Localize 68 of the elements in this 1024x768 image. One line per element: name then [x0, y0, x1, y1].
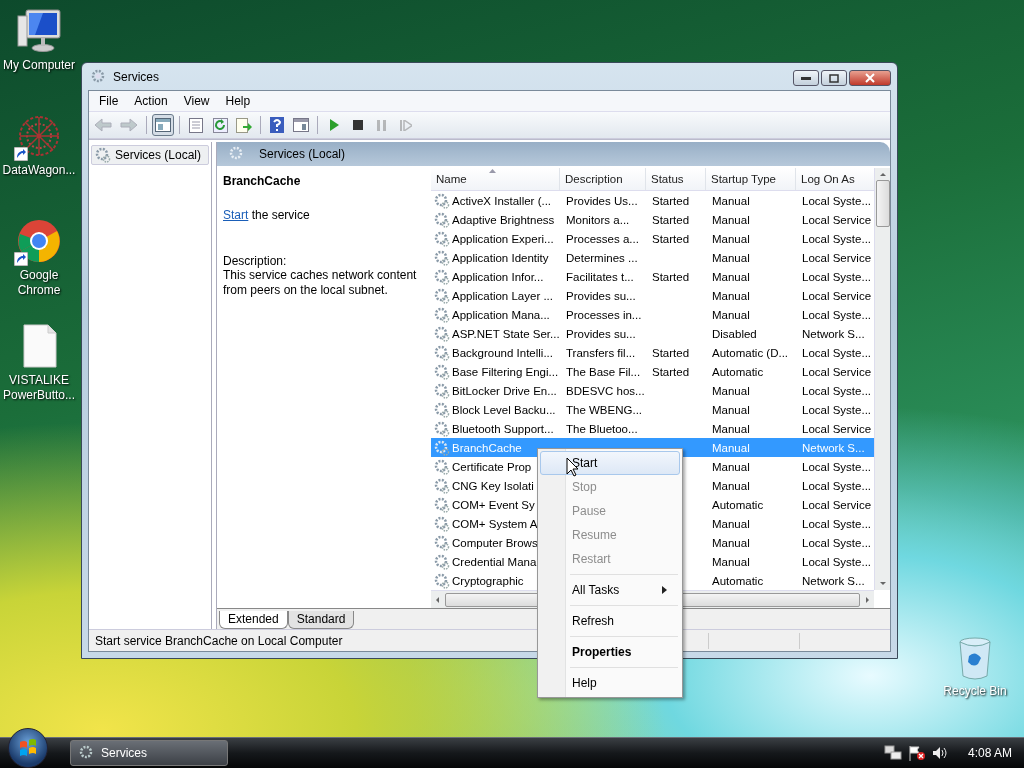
table-cell: Automatic (D... [712, 346, 789, 359]
table-cell: Network S... [802, 327, 865, 340]
window-title: Services [113, 69, 160, 84]
table-cell: Transfers fil... [566, 346, 636, 359]
table-cell: Local Syste... [802, 479, 872, 492]
table-cell: Provides Us... [566, 194, 638, 207]
table-cell: The Base Fil... [566, 365, 641, 378]
table-cell: Manual [712, 289, 750, 302]
table-cell: Manual [712, 194, 750, 207]
service-title: BranchCache [223, 174, 302, 188]
table-cell: Local Service [802, 498, 872, 511]
table-cell: BDESVC hos... [566, 384, 645, 397]
table-cell: Manual [712, 441, 750, 454]
table-cell: Local Service [802, 289, 872, 302]
table-cell: Local Syste... [802, 270, 872, 283]
table-cell: Manual [712, 251, 750, 264]
table-cell: Local Syste... [802, 384, 872, 397]
table-cell: Manual [712, 403, 750, 416]
table-cell: Manual [712, 213, 750, 226]
table-cell: The Bluetoo... [566, 422, 638, 435]
table-cell: Provides su... [566, 327, 636, 340]
table-cell: Local Service [802, 213, 872, 226]
table-cell: Manual [712, 232, 750, 245]
table-cell: Manual [712, 555, 750, 568]
table-cell: Local Syste... [802, 232, 872, 245]
table-cell: Local Syste... [802, 460, 872, 473]
table-cell: Local Syste... [802, 555, 872, 568]
table-cell: Manual [712, 460, 750, 473]
table-cell: Started [652, 232, 690, 245]
description-label: Description: [223, 254, 288, 268]
table-cell: Local Syste... [802, 403, 872, 416]
table-cell: Monitors a... [566, 213, 630, 226]
description-text: This service caches network content from peers on the local subnet. [223, 268, 418, 298]
table-cell: Started [652, 270, 690, 283]
table-cell: Started [652, 365, 690, 378]
start-service-text: Start the service [223, 208, 311, 222]
table-cell: Started [652, 346, 690, 359]
table-cell: Disabled [712, 327, 757, 340]
table-cell: Local Syste... [802, 517, 872, 530]
table-cell: Automatic [712, 365, 764, 378]
table-cell: Determines ... [566, 251, 638, 264]
table-cell: Local Service [802, 251, 872, 264]
table-cell: Manual [712, 536, 750, 549]
table-cell: Processes a... [566, 232, 639, 245]
table-cell: Automatic [712, 498, 764, 511]
table-cell: Manual [712, 517, 750, 530]
table-cell: Manual [712, 270, 750, 283]
table-cell: Local Syste... [802, 194, 872, 207]
table-cell: Started [652, 213, 690, 226]
table-cell: Local Syste... [802, 308, 872, 321]
table-cell: Processes in... [566, 308, 642, 321]
table-cell: Local Service [802, 422, 872, 435]
table-cell: Network S... [802, 574, 865, 587]
table-cell: Facilitates t... [566, 270, 634, 283]
table-cell: Automatic [712, 574, 764, 587]
table-cell: Local Syste... [802, 536, 872, 549]
table-cell: Started [652, 194, 690, 207]
table-cell: Manual [712, 479, 750, 492]
table-cell: Provides su... [566, 289, 636, 302]
table-cell: The WBENG... [566, 403, 643, 416]
table-cell: Network S... [802, 441, 865, 454]
table-cell: Manual [712, 422, 750, 435]
table-cell: Manual [712, 308, 750, 321]
pane-title: Services (Local) [259, 147, 346, 161]
table-cell: Local Service [802, 365, 872, 378]
status-text: Start service BranchCache on Local Computer [94, 633, 344, 648]
table-cell: Manual [712, 384, 750, 397]
table-cell: Local Syste... [802, 346, 872, 359]
